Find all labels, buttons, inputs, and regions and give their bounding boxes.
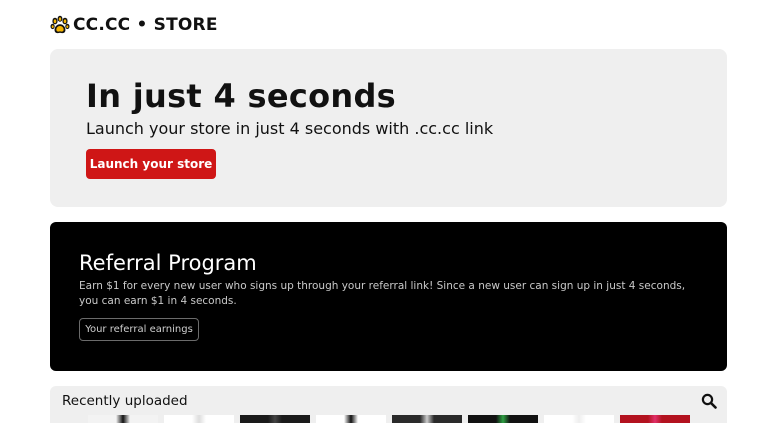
hero-subtitle: Launch your store in just 4 seconds with… [86,119,494,138]
recent-thumbnail[interactable] [316,415,386,423]
referral-description: Earn $1 for every new user who signs up … [79,280,686,307]
hero-section: In just 4 seconds Launch your store in j… [50,49,727,207]
recent-thumbnail[interactable] [544,415,614,423]
recent-thumbnail[interactable] [240,415,310,423]
recent-thumbnail[interactable] [164,415,234,423]
recent-thumbnail[interactable] [392,415,462,423]
recently-uploaded-title: Recently uploaded [62,393,188,409]
recent-thumbnail[interactable] [468,415,538,423]
recent-thumbnail[interactable] [88,415,158,423]
brand-logo[interactable]: CC.CC • STORE [50,14,218,36]
referral-earnings-button[interactable]: Your referral earnings [79,318,199,341]
referral-title: Referral Program [79,251,257,275]
launch-store-button[interactable]: Launch your store [86,149,216,179]
brand-name: CC.CC • STORE [73,15,218,35]
recent-thumbnails [88,415,698,423]
recent-thumbnail[interactable] [620,415,690,423]
hero-title: In just 4 seconds [86,77,397,115]
referral-section: Referral Program Earn $1 for every new u… [50,222,727,371]
search-icon[interactable] [701,393,717,409]
paw-icon [50,15,70,34]
